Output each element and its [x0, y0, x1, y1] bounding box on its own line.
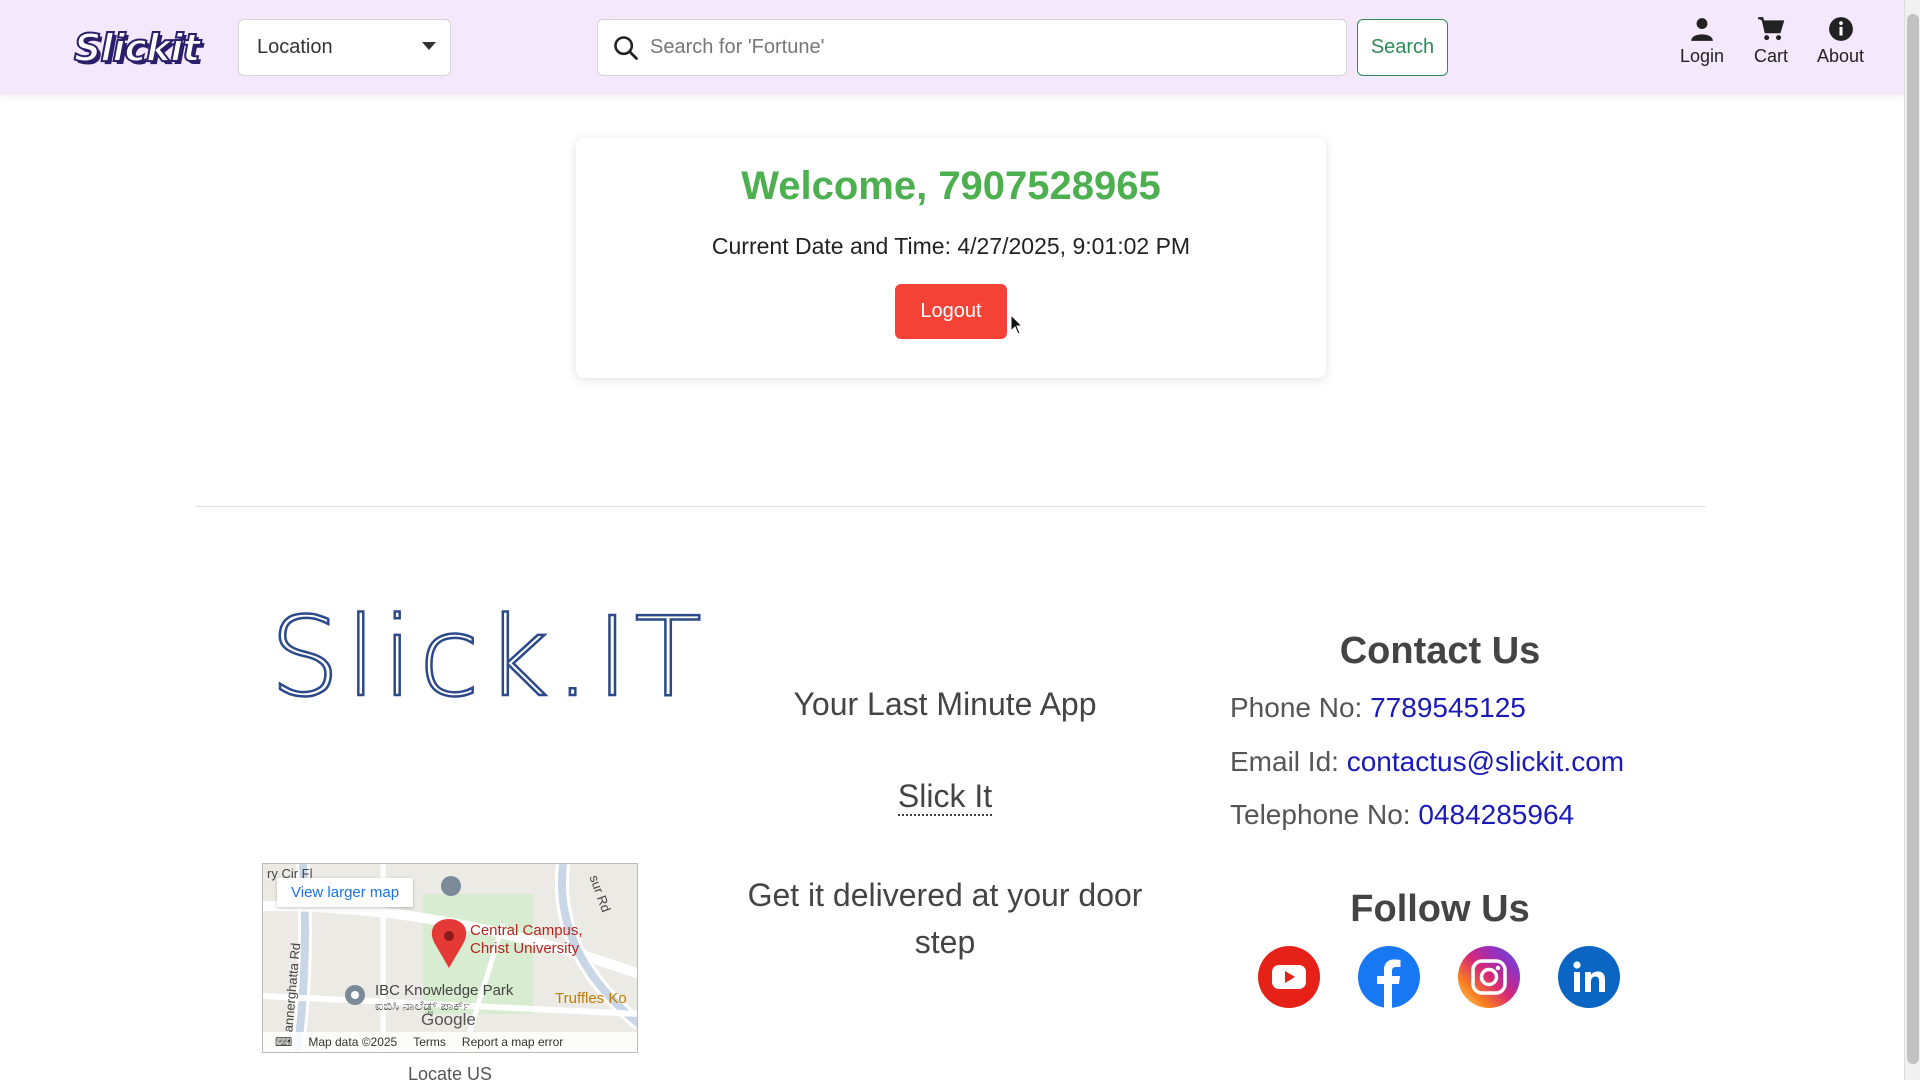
- map-terms-link[interactable]: Terms: [413, 1035, 446, 1049]
- email-link[interactable]: contactus@slickit.com: [1347, 746, 1624, 777]
- facebook-icon[interactable]: [1358, 946, 1420, 1008]
- welcome-card: Welcome, 7907528965 Current Date and Tim…: [576, 138, 1326, 378]
- map-report-link[interactable]: Report a map error: [462, 1035, 563, 1049]
- chevron-down-icon: [422, 42, 436, 50]
- nav-login-label: Login: [1680, 46, 1725, 66]
- welcome-title: Welcome, 7907528965: [741, 164, 1161, 208]
- logout-button[interactable]: Logout: [895, 284, 1007, 339]
- map-place-label: Christ University: [470, 940, 580, 957]
- contact-phone: Phone No: 7789545125: [1230, 692, 1526, 724]
- map-road-label: ry Cir Fl: [267, 866, 313, 881]
- nav-about-label: About: [1817, 46, 1865, 66]
- phone-link[interactable]: 7789545125: [1370, 692, 1526, 723]
- scrollbar-thumb[interactable]: [1907, 14, 1919, 1064]
- cart-icon: [1758, 17, 1785, 41]
- footer-delivered-text: Get it delivered at your door step: [747, 877, 1143, 960]
- search-bar: [597, 19, 1347, 76]
- follow-title: Follow Us: [1350, 888, 1530, 930]
- location-label: Location: [257, 36, 333, 58]
- current-datetime: Current Date and Time: 4/27/2025, 9:01:0…: [711, 233, 1191, 259]
- email-label: Email Id:: [1230, 746, 1339, 777]
- map-data-text: Map data ©2025: [308, 1035, 398, 1049]
- mouse-cursor-icon: [1010, 314, 1024, 335]
- footer-brand-logo: Slick.IT: [269, 592, 708, 723]
- linkedin-icon[interactable]: [1558, 946, 1620, 1008]
- map-attribution: ⌨ Map data ©2025 Terms Report a map erro…: [263, 1032, 637, 1052]
- search-button[interactable]: Search: [1357, 19, 1448, 76]
- location-dropdown[interactable]: Location: [238, 19, 451, 76]
- contact-title: Contact Us: [1339, 630, 1541, 672]
- nav-login[interactable]: Login: [1680, 16, 1724, 67]
- telephone-label: Telephone No:: [1230, 799, 1411, 830]
- nav-cart[interactable]: Cart: [1754, 16, 1788, 67]
- top-navbar: Slickit Location Search Login Cart About: [0, 0, 1904, 95]
- search-icon: [614, 35, 638, 60]
- keyboard-icon[interactable]: ⌨: [275, 1035, 292, 1049]
- search-input[interactable]: [650, 36, 1300, 59]
- page-scrollbar[interactable]: [1904, 0, 1920, 1080]
- map-place-label: Central Campus,: [470, 922, 583, 939]
- map-place-label: Truffles Ko: [555, 990, 627, 1007]
- youtube-icon[interactable]: [1258, 946, 1320, 1008]
- nav-about[interactable]: About: [1817, 16, 1864, 67]
- slickit-link[interactable]: Slick It: [700, 778, 1190, 816]
- instagram-icon[interactable]: [1458, 946, 1520, 1008]
- section-divider: [196, 506, 1706, 507]
- contact-email: Email Id: contactus@slickit.com: [1230, 746, 1624, 778]
- footer-tagline: Your Last Minute App: [793, 686, 1097, 722]
- map-place-label: IBC Knowledge Park: [375, 982, 514, 999]
- slickit-link-text: Slick It: [897, 778, 993, 816]
- location-map[interactable]: View larger map Central Campus, Christ U…: [262, 863, 638, 1053]
- google-logo: Google: [421, 1010, 476, 1029]
- telephone-link[interactable]: 0484285964: [1418, 799, 1574, 830]
- info-icon: [1828, 17, 1853, 41]
- nav-cart-label: Cart: [1754, 46, 1789, 66]
- locate-us-label: Locate US: [407, 1064, 493, 1080]
- contact-telephone: Telephone No: 0484285964: [1230, 799, 1574, 831]
- view-larger-map-link[interactable]: View larger map: [277, 878, 414, 907]
- phone-label: Phone No:: [1230, 692, 1363, 723]
- user-icon: [1691, 18, 1713, 41]
- site-logo[interactable]: Slickit: [73, 25, 201, 71]
